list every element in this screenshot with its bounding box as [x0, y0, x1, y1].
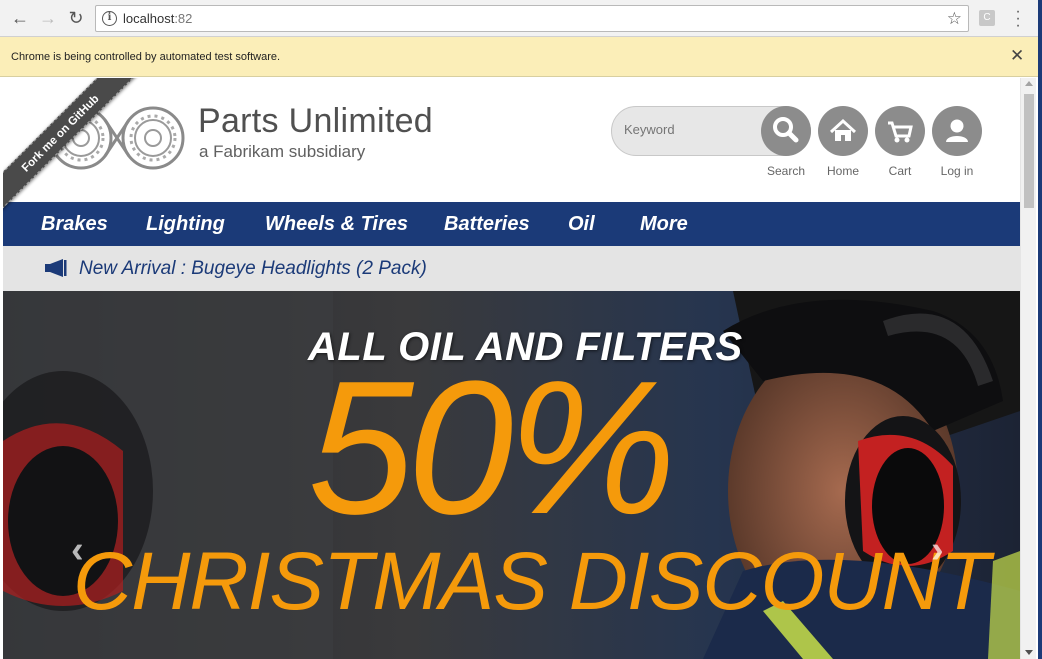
address-bar[interactable]: i localhost:82 ☆	[95, 5, 969, 32]
carousel-next-icon[interactable]: ›	[931, 529, 944, 572]
url-port: :82	[174, 11, 193, 26]
url-host: localhost	[123, 11, 175, 26]
search-label: Search	[766, 164, 806, 178]
nav-item-brakes[interactable]: Brakes	[41, 213, 108, 236]
scroll-up-icon[interactable]	[1025, 81, 1033, 86]
extension-icon[interactable]: C	[979, 10, 995, 26]
nav-item-oil[interactable]: Oil	[568, 213, 595, 236]
bookmark-star-icon[interactable]: ☆	[947, 9, 962, 29]
hero-discount: 50%	[308, 342, 676, 554]
page-scrollbar[interactable]	[1020, 78, 1036, 659]
nav-item-wheels-tires[interactable]: Wheels & Tires	[265, 213, 408, 236]
reload-icon[interactable]: ↻	[66, 8, 86, 28]
search-input[interactable]	[624, 122, 754, 137]
browser-toolbar: ← → ↻ i localhost:82 ☆ C · · ·	[0, 0, 1038, 37]
hero-subheadline: CHRISTMAS DISCOUNT	[73, 536, 990, 627]
scroll-down-icon[interactable]	[1025, 650, 1033, 655]
browser-menu-icon[interactable]: · · ·	[1015, 4, 1021, 34]
nav-item-lighting[interactable]: Lighting	[146, 213, 225, 236]
user-icon	[946, 119, 968, 142]
cart-label: Cart	[888, 164, 912, 178]
category-nav: Brakes Lighting Wheels & Tires Batteries…	[3, 202, 1020, 246]
close-icon[interactable]: ✕	[1010, 46, 1024, 66]
brand-subtitle: a Fabrikam subsidiary	[199, 142, 366, 161]
url-text: localhost:82	[123, 11, 192, 26]
announcement-bar: New Arrival : Bugeye Headlights (2 Pack)	[3, 246, 1020, 291]
carousel-prev-icon[interactable]: ‹	[71, 529, 84, 572]
search-button[interactable]	[761, 106, 811, 156]
brand-name[interactable]: Parts Unlimited	[198, 102, 433, 141]
page-content: Fork me on GitHub Parts Unlimited a Fabr…	[3, 78, 1020, 659]
home-label: Home	[826, 164, 859, 178]
home-button[interactable]	[818, 106, 868, 156]
back-icon[interactable]: ←	[10, 8, 30, 28]
login-label: Log in	[940, 164, 974, 178]
search-icon	[773, 117, 799, 143]
nav-item-batteries[interactable]: Batteries	[444, 213, 530, 236]
announcement-link[interactable]: New Arrival : Bugeye Headlights (2 Pack)	[79, 258, 427, 280]
infobar-message: Chrome is being controlled by automated …	[11, 51, 281, 63]
automation-infobar: Chrome is being controlled by automated …	[0, 37, 1038, 77]
cart-button[interactable]	[875, 106, 925, 156]
login-button[interactable]	[932, 106, 982, 156]
hero-carousel[interactable]: ALL OIL AND FILTERS 50% CHRISTMAS DISCOU…	[3, 291, 1020, 659]
scrollbar-thumb[interactable]	[1024, 94, 1034, 208]
info-icon[interactable]: i	[102, 11, 117, 26]
megaphone-icon	[45, 259, 67, 277]
cart-icon	[888, 121, 913, 143]
nav-item-more[interactable]: More	[640, 213, 688, 236]
forward-icon[interactable]: →	[38, 8, 58, 28]
home-icon	[829, 118, 857, 141]
browser-window: ← → ↻ i localhost:82 ☆ C · · · Chrome is b…	[0, 0, 1038, 659]
